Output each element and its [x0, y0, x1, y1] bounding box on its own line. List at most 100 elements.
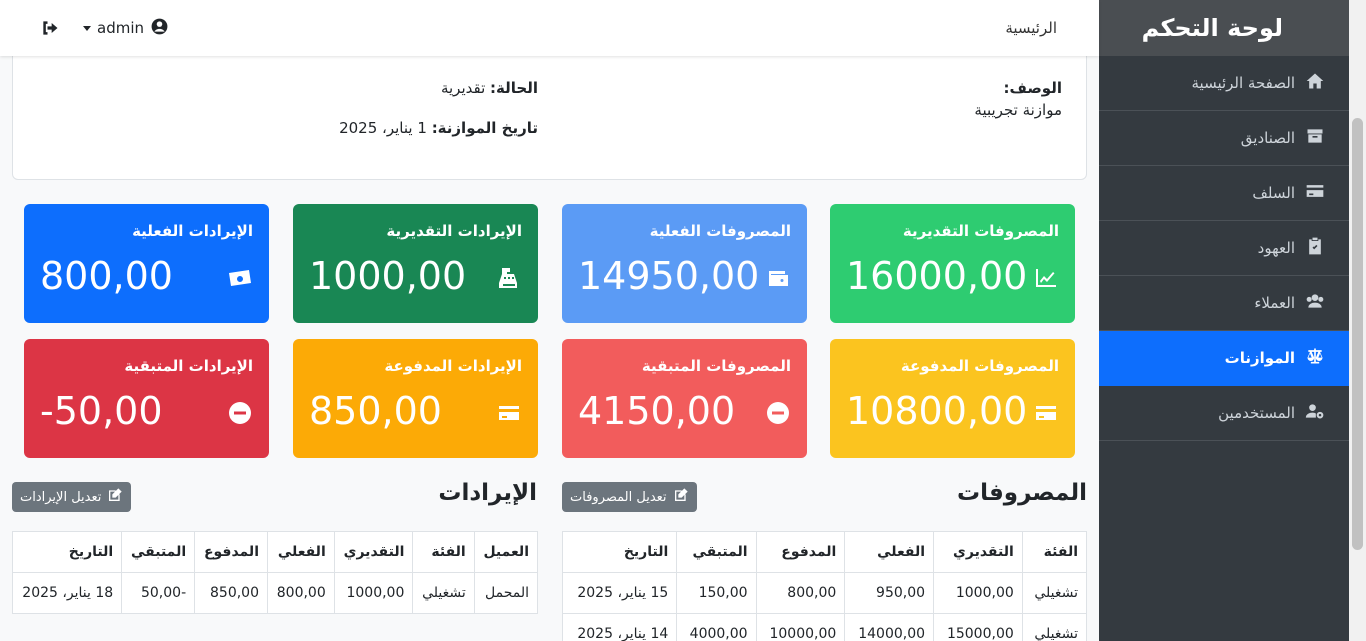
status-value: تقديرية	[440, 79, 486, 97]
column-header: المتبقي	[676, 531, 757, 573]
stat-card-actual-expenses: المصروفات الفعلية 14950,00	[562, 204, 807, 323]
column-header: التقديري	[933, 531, 1023, 573]
main-content: الوصف: موازنة تجريبية الحالة: تقديرية تا…	[0, 56, 1099, 641]
edit-revenues-button[interactable]: تعديل الإيرادات	[12, 482, 132, 512]
table-cell: 14 يناير، 2025	[561, 613, 678, 641]
column-header: التاريخ	[11, 531, 123, 573]
minus-circle-icon	[227, 401, 253, 425]
edit-icon	[673, 487, 689, 507]
nav-home-link[interactable]: الرئيسية	[1005, 19, 1057, 37]
cash-register-icon	[496, 266, 522, 290]
stat-title: الإيرادات المدفوعة	[384, 357, 522, 375]
table-cell: 950,00	[844, 572, 935, 614]
edit-expenses-label: تعديل المصروفات	[570, 489, 667, 505]
column-header: الفعلي	[267, 531, 335, 573]
expenses-title: المصروفات	[956, 480, 1087, 506]
sidebar-item-label: العهود	[1257, 239, 1295, 257]
stat-title: المصروفات المدفوعة	[900, 357, 1059, 375]
credit-card-icon	[496, 401, 522, 425]
sidebar-item-label: الصفحة الرئيسية	[1191, 74, 1296, 92]
table-cell: 15000,00	[933, 613, 1023, 641]
minus-circle-icon	[765, 401, 791, 425]
stat-title: المصروفات التقديرية	[902, 222, 1059, 240]
budget-date: تاريخ الموازنة: 1 يناير، 2025	[339, 119, 538, 137]
user-circle-icon	[150, 17, 169, 40]
budget-description: الوصف: موازنة تجريبية	[974, 79, 1062, 119]
table-cell: تشغيلي	[1021, 613, 1088, 641]
chart-line-icon	[1033, 266, 1059, 290]
table-cell: 800,00	[267, 572, 335, 614]
stat-card-estimated-expenses: المصروفات التقديرية 16000,00	[830, 204, 1075, 323]
table-row: تشغيلي 15000,00 14000,00 10000,00 4000,0…	[561, 613, 1088, 641]
expenses-table: الفئة التقديري الفعلي المدفوع المتبقي ال…	[561, 531, 1088, 641]
scale-icon	[1305, 346, 1325, 370]
stat-title: المصروفات المتبقية	[641, 357, 791, 375]
column-header: التقديري	[333, 531, 414, 573]
box-icon	[1305, 126, 1325, 150]
stat-card-actual-revenues: الإيرادات الفعلية 800,00	[24, 204, 269, 323]
table-cell: تشغيلي	[1021, 572, 1088, 614]
sidebar-item-label: الموازنات	[1224, 349, 1295, 367]
column-header: الفعلي	[844, 531, 935, 573]
column-header: المتبقي	[121, 531, 196, 573]
stat-title: الإيرادات الفعلية	[132, 222, 253, 240]
stat-card-remaining-revenues: الإيرادات المتبقية -50,00	[24, 339, 269, 458]
column-header: التاريخ	[561, 531, 678, 573]
sidebar-item-label: المستخدمين	[1218, 404, 1295, 422]
column-header: المدفوع	[194, 531, 268, 573]
column-header: الفئة	[412, 531, 475, 573]
stat-card-paid-expenses: المصروفات المدفوعة 10800,00	[830, 339, 1075, 458]
stat-value: 1000,00	[309, 254, 467, 298]
column-header: المدفوع	[755, 531, 846, 573]
budget-info-card: الوصف: موازنة تجريبية الحالة: تقديرية تا…	[12, 56, 1087, 180]
stat-value: 850,00	[309, 389, 442, 433]
table-header-row: الفئة التقديري الفعلي المدفوع المتبقي ال…	[561, 531, 1088, 573]
credit-card-icon	[1033, 401, 1059, 425]
table-cell: 150,00	[676, 572, 757, 614]
table-cell: 18 يناير، 2025	[11, 572, 123, 614]
logout-icon[interactable]	[40, 18, 60, 42]
money-bill-icon	[227, 266, 253, 290]
table-cell: 1000,00	[933, 572, 1023, 614]
user-cog-icon	[1305, 401, 1325, 425]
scroll-thumb[interactable]	[1352, 118, 1363, 550]
revenues-table: العميل الفئة التقديري الفعلي المدفوع الم…	[11, 531, 539, 614]
user-dropdown[interactable]: admin	[83, 17, 169, 40]
table-cell: 800,00	[755, 572, 846, 614]
credit-card-icon	[1305, 181, 1325, 205]
stat-title: المصروفات الفعلية	[649, 222, 791, 240]
user-name: admin	[97, 19, 144, 37]
caret-down-icon	[83, 25, 91, 31]
sidebar-item-home[interactable]: الصفحة الرئيسية	[1099, 56, 1349, 111]
table-cell: -50,00	[121, 572, 196, 614]
sidebar-item-budgets[interactable]: الموازنات	[1099, 331, 1349, 386]
sidebar-item-clients[interactable]: العملاء	[1099, 276, 1349, 331]
table-cell: 850,00	[194, 572, 268, 614]
table-cell: 1000,00	[333, 572, 414, 614]
stat-card-estimated-revenues: الإيرادات التقديرية 1000,00	[293, 204, 538, 323]
page-scrollbar[interactable]	[1349, 0, 1366, 641]
top-navbar: الرئيسية admin	[0, 0, 1099, 56]
sidebar-item-boxes[interactable]: الصناديق	[1099, 111, 1349, 166]
sidebar-item-custody[interactable]: العهود	[1099, 221, 1349, 276]
table-row: المحمل تشغيلي 1000,00 800,00 850,00 -50,…	[11, 572, 539, 614]
column-header: العميل	[473, 531, 539, 573]
stat-value: 10800,00	[846, 389, 1028, 433]
sidebar-item-advances[interactable]: السلف	[1099, 166, 1349, 221]
revenues-title: الإيرادات	[438, 480, 537, 506]
date-label: تاريخ الموازنة:	[431, 119, 538, 137]
table-cell: المحمل	[473, 572, 539, 614]
edit-expenses-button[interactable]: تعديل المصروفات	[562, 482, 697, 512]
stat-value: 14950,00	[578, 254, 760, 298]
stat-card-paid-revenues: الإيرادات المدفوعة 850,00	[293, 339, 538, 458]
sidebar-item-users[interactable]: المستخدمين	[1099, 386, 1349, 441]
clipboard-check-icon	[1305, 236, 1325, 260]
table-cell: 4000,00	[676, 613, 757, 641]
sidebar-item-label: الصناديق	[1240, 129, 1295, 147]
stat-title: الإيرادات التقديرية	[386, 222, 522, 240]
stat-value: 4150,00	[578, 389, 736, 433]
sidebar-title: لوحة التحكم	[1099, 0, 1349, 56]
sidebar-item-label: السلف	[1252, 184, 1295, 202]
table-cell: تشغيلي	[412, 572, 475, 614]
status-label: الحالة:	[490, 79, 538, 97]
